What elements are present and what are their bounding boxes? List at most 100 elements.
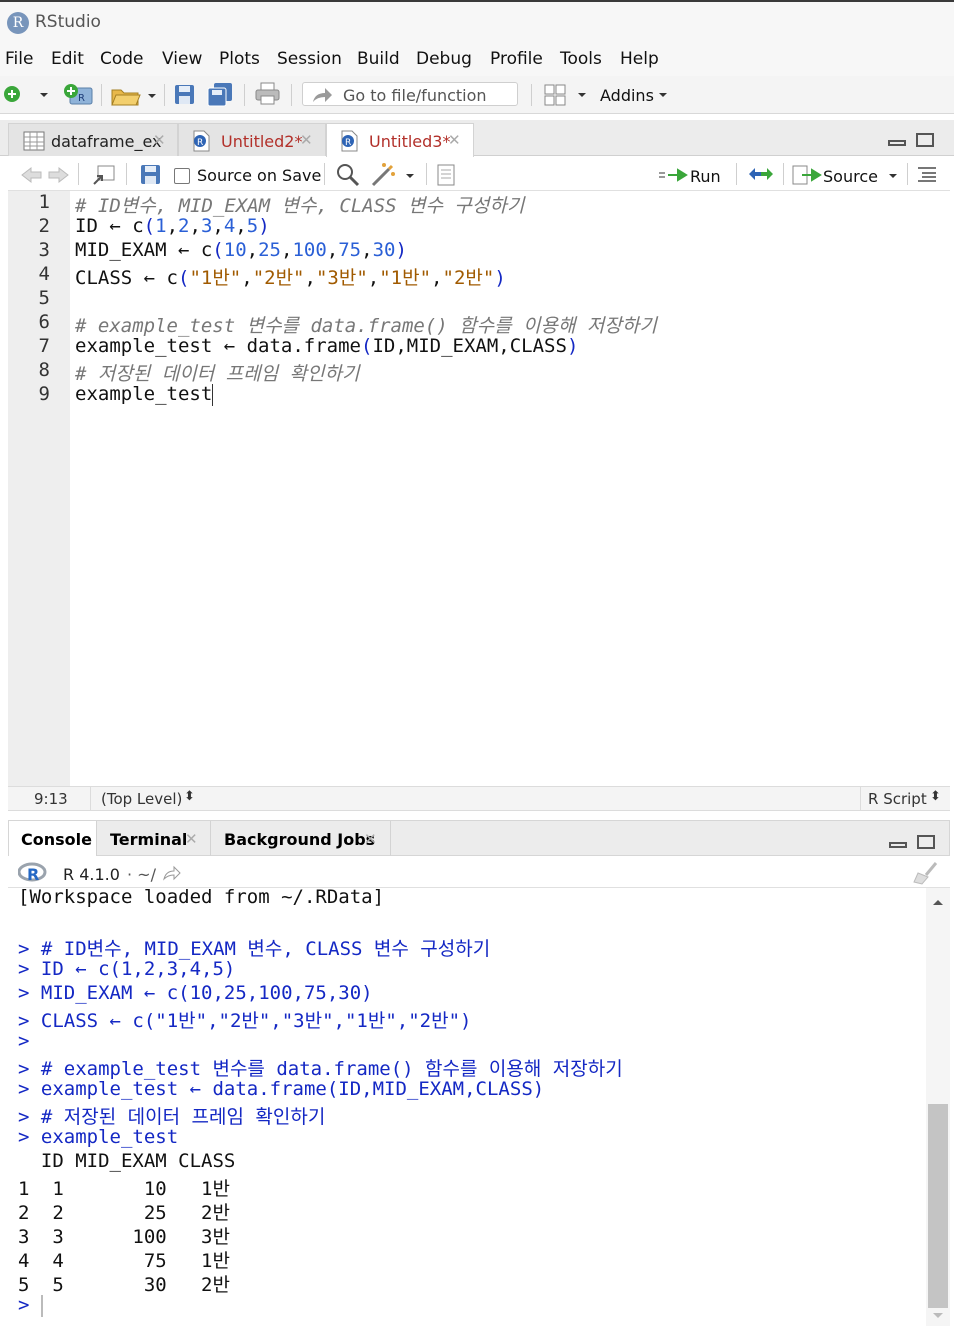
console-output[interactable]: [Workspace loaded from ~/.RData] > # ID변수…: [8, 886, 926, 1326]
scope-updown-icon[interactable]: ⬍: [184, 789, 195, 804]
tab-untitled2[interactable]: R Untitled2* ✕: [178, 123, 326, 156]
addins-menu[interactable]: Addins: [600, 86, 654, 105]
save-icon[interactable]: [140, 164, 162, 186]
code-token: 5: [246, 215, 259, 237]
close-icon[interactable]: ✕: [153, 131, 166, 149]
magic-wand-icon[interactable]: [370, 162, 420, 188]
code-token: (: [177, 267, 190, 289]
menu-file[interactable]: File: [5, 49, 33, 69]
code-token: ←: [109, 215, 121, 237]
back-forward-icon[interactable]: [20, 166, 70, 184]
close-icon[interactable]: ✕: [364, 830, 377, 848]
code-editor[interactable]: # ID변수, MID_EXAM 변수, CLASS 변수 구성하기 ID ← c…: [70, 191, 950, 786]
status-separator: [860, 787, 861, 810]
run-button[interactable]: Run: [690, 167, 721, 186]
data-grid-icon: [23, 131, 45, 151]
toolbar-separator: [907, 163, 908, 185]
menu-plots[interactable]: Plots: [219, 49, 260, 69]
tab-dataframe-ex[interactable]: dataframe_ex ✕: [8, 123, 178, 156]
save-all-icon[interactable]: [207, 82, 235, 108]
code-token: (: [143, 215, 156, 237]
code-token: example_test: [75, 383, 213, 405]
toolbar-separator: [426, 163, 427, 185]
workspace-panes-icon[interactable]: [544, 84, 592, 106]
menu-build[interactable]: Build: [357, 49, 400, 69]
close-icon[interactable]: ✕: [448, 131, 461, 149]
r-script-icon: R: [341, 130, 358, 152]
filetype-updown-icon[interactable]: ⬍: [930, 789, 941, 804]
tab-background-jobs[interactable]: Background Jobs ✕: [211, 821, 391, 856]
source-chevron-down-icon[interactable]: [888, 173, 898, 181]
code-token: "2반": [252, 267, 305, 289]
new-file-icon[interactable]: [3, 84, 53, 106]
line-number: 5: [38, 287, 50, 309]
console-input-line: > CLASS ← c("1반","2반","3반","1반","2반"): [18, 1010, 472, 1032]
console-input-line: > # example_test 변수를 data.frame() 함수를 이용…: [18, 1058, 623, 1080]
source-icon[interactable]: [792, 165, 822, 185]
line-number: 7: [38, 335, 50, 357]
maximize-pane-icon[interactable]: [916, 133, 934, 147]
code-token: ,: [304, 267, 316, 289]
svg-text:R: R: [197, 138, 203, 148]
filetype-selector[interactable]: R Script: [868, 790, 927, 808]
document-outline-icon[interactable]: [917, 166, 937, 182]
scroll-down-icon[interactable]: [932, 1312, 944, 1320]
show-in-window-icon[interactable]: [92, 164, 116, 186]
menu-tools[interactable]: Tools: [560, 49, 602, 69]
addins-chevron-down-icon[interactable]: [658, 92, 668, 100]
code-token: ←: [177, 239, 190, 261]
console-input-line: >: [18, 1030, 30, 1052]
toolbar-separator: [291, 84, 292, 106]
code-token: 1: [155, 215, 167, 237]
code-token: data.frame: [235, 335, 362, 357]
rerun-icon[interactable]: [746, 165, 776, 183]
menu-help[interactable]: Help: [620, 49, 659, 69]
menu-debug[interactable]: Debug: [416, 49, 472, 69]
tab-console[interactable]: Console: [9, 821, 97, 856]
code-token: 100: [292, 239, 327, 261]
code-token: 3: [200, 215, 213, 237]
maximize-pane-icon[interactable]: [917, 835, 935, 849]
code-token: (: [212, 239, 224, 261]
r-logo-icon: R: [18, 862, 47, 884]
print-icon[interactable]: [255, 82, 281, 106]
goto-file-input[interactable]: Go to file/function: [302, 82, 518, 106]
open-file-icon[interactable]: [110, 82, 158, 108]
tab-label: Untitled2*: [221, 132, 303, 151]
code-token: ,: [431, 267, 443, 289]
menu-view[interactable]: View: [162, 49, 202, 69]
compile-report-icon[interactable]: [436, 164, 456, 186]
menu-edit[interactable]: Edit: [51, 49, 84, 69]
save-icon[interactable]: [174, 84, 196, 106]
code-token: 75: [338, 239, 362, 261]
close-icon[interactable]: ✕: [185, 830, 198, 848]
code-token: CLASS: [75, 267, 144, 289]
code-token: ,: [166, 215, 179, 237]
code-token: ID: [75, 215, 110, 237]
new-project-icon[interactable]: R: [62, 82, 96, 108]
source-on-save-checkbox[interactable]: [174, 168, 190, 184]
code-token: ,: [189, 215, 201, 237]
source-button[interactable]: Source: [823, 167, 878, 186]
tab-untitled3[interactable]: R Untitled3* ✕: [326, 123, 474, 157]
run-arrow-icon[interactable]: [658, 166, 688, 184]
search-icon[interactable]: [336, 163, 360, 187]
console-output-line: ID MID_EXAM CLASS: [18, 1150, 236, 1172]
close-icon[interactable]: ✕: [300, 131, 313, 149]
scope-selector[interactable]: (Top Level): [101, 790, 182, 808]
menu-code[interactable]: Code: [100, 49, 144, 69]
minimize-pane-icon[interactable]: [888, 140, 906, 146]
console-scrollbar-thumb[interactable]: [928, 1104, 948, 1308]
go-to-directory-icon[interactable]: [162, 865, 182, 881]
status-separator: [90, 787, 91, 810]
console-tab-bar: Console Terminal ✕ Background Jobs ✕: [8, 820, 950, 856]
clear-console-broom-icon[interactable]: [912, 861, 940, 885]
scroll-up-icon[interactable]: [932, 898, 944, 906]
code-token: example_test: [75, 335, 224, 357]
menu-profile[interactable]: Profile: [490, 49, 543, 69]
working-directory[interactable]: · ~/: [127, 865, 156, 884]
tab-terminal[interactable]: Terminal ✕: [97, 821, 211, 856]
menu-session[interactable]: Session: [277, 49, 342, 69]
code-token: # ID변수, MID_EXAM 변수, CLASS 변수 구성하기: [75, 195, 525, 217]
minimize-pane-icon[interactable]: [889, 842, 907, 848]
